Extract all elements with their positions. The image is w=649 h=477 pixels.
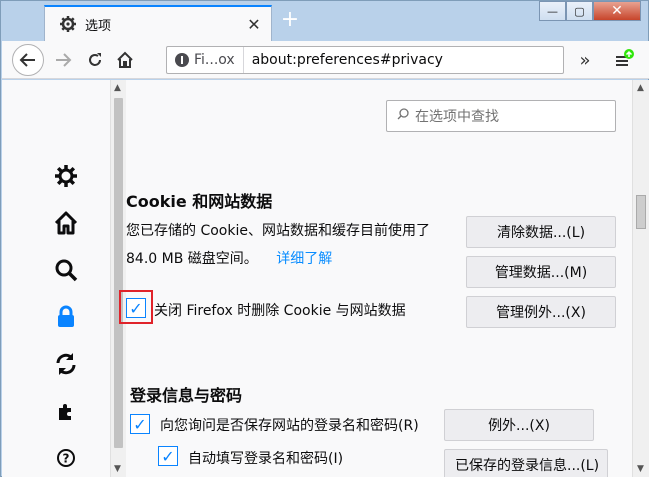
category-search[interactable]	[50, 254, 82, 286]
logins-section-heading: 登录信息与密码	[130, 386, 243, 405]
svg-text:?: ?	[63, 452, 70, 466]
extension-icon	[59, 404, 71, 420]
close-tab-icon[interactable]: ✕	[243, 13, 265, 35]
scroll-up-arrow-icon[interactable]: ▲	[637, 83, 644, 93]
close-window-button[interactable]: ✕	[593, 1, 641, 21]
forward-button[interactable]	[48, 45, 78, 75]
category-home[interactable]	[50, 207, 82, 239]
disk-usage-text: 84.0 MB 磁盘空间。	[126, 251, 258, 267]
reload-button[interactable]	[80, 45, 110, 75]
cookie-section-heading: Cookie 和网站数据	[126, 192, 273, 211]
identity-box[interactable]: Fi...ox	[167, 47, 244, 73]
maximize-button[interactable]: ▢	[566, 1, 593, 21]
menu-button[interactable]	[608, 45, 638, 75]
category-help[interactable]: ?	[50, 442, 82, 474]
category-general[interactable]	[50, 160, 82, 192]
new-tab-button[interactable]: +	[278, 9, 302, 33]
navigation-toolbar: Fi...ox about:preferences#privacy »	[2, 41, 649, 79]
search-icon	[397, 108, 409, 124]
category-sync[interactable]	[50, 348, 82, 380]
search-icon	[55, 259, 78, 282]
address-bar[interactable]: Fi...ox about:preferences#privacy	[166, 46, 564, 74]
scroll-down-arrow-icon[interactable]: ▼	[637, 464, 644, 474]
gear-icon	[59, 15, 77, 33]
reload-icon	[89, 53, 101, 66]
window-controls: — ▢ ✕	[539, 1, 641, 21]
minimize-button[interactable]: —	[539, 1, 566, 21]
search-placeholder: 在选项中查找	[415, 109, 499, 125]
hamburger-menu-icon	[616, 49, 634, 66]
category-sidebar: ?	[50, 160, 90, 477]
cookie-usage-text-line1: 您已存储的 Cookie、网站数据和缓存目前使用了	[126, 223, 430, 239]
preferences-search-input[interactable]: 在选项中查找	[386, 100, 616, 132]
clear-data-button[interactable]: 清除数据...(L)	[466, 216, 616, 248]
tab-title: 选项	[85, 18, 112, 34]
main-scrollbar[interactable]: ▲ ▼	[632, 80, 649, 477]
preferences-content: ? ▲ ▼ 在选项中查找 Cookie 和网站数据 您已存储的 Cookie、网…	[2, 80, 649, 477]
forward-arrow-icon	[56, 53, 72, 67]
highlight-box	[119, 290, 153, 324]
ask-save-logins-checkbox[interactable]: ✓	[130, 414, 150, 434]
identity-label: Fi...ox	[194, 52, 235, 68]
scroll-down-arrow-icon[interactable]: ▼	[114, 464, 121, 474]
sidebar-scrollbar[interactable]: ▲ ▼	[110, 80, 126, 477]
tab-options[interactable]: 选项 ✕	[44, 5, 272, 41]
autofill-logins-label: 自动填写登录名和密码(I)	[188, 451, 344, 467]
tab-strip: 选项 ✕ + — ▢ ✕	[2, 1, 649, 41]
delete-on-close-label: 关闭 Firefox 时删除 Cookie 与网站数据	[154, 303, 406, 319]
info-icon	[175, 53, 189, 67]
cookie-usage-text-line2: 84.0 MB 磁盘空间。 详细了解	[126, 248, 332, 268]
gear-icon	[55, 165, 77, 187]
ask-save-logins-label: 向您询问是否保存网站的登录名和密码(R)	[160, 418, 419, 434]
category-extensions[interactable]	[50, 395, 82, 427]
logins-exceptions-button[interactable]: 例外...(X)	[444, 409, 594, 441]
manage-exceptions-button[interactable]: 管理例外...(X)	[466, 296, 616, 328]
browser-window: 选项 ✕ + — ▢ ✕ Fi...ox about:preferences#p	[0, 0, 649, 477]
sidebar-scroll-thumb[interactable]	[114, 98, 123, 448]
scroll-up-arrow-icon[interactable]: ▲	[114, 83, 121, 93]
saved-logins-button[interactable]: 已保存的登录信息...(L)	[444, 449, 608, 477]
home-icon	[117, 51, 133, 68]
home-button[interactable]	[110, 45, 140, 75]
category-privacy[interactable]	[50, 301, 82, 333]
back-button[interactable]	[12, 44, 44, 76]
sync-icon	[56, 353, 76, 375]
url-text[interactable]: about:preferences#privacy	[244, 52, 443, 68]
home-icon	[54, 211, 78, 235]
lock-icon	[58, 305, 74, 327]
manage-data-button[interactable]: 管理数据...(M)	[466, 256, 616, 288]
main-scroll-thumb[interactable]	[636, 195, 646, 229]
back-arrow-icon	[19, 53, 35, 67]
help-icon: ?	[57, 449, 75, 467]
overflow-chevron-icon[interactable]: »	[570, 45, 600, 75]
learn-more-link[interactable]: 详细了解	[276, 251, 332, 267]
autofill-logins-checkbox[interactable]: ✓	[158, 446, 178, 466]
